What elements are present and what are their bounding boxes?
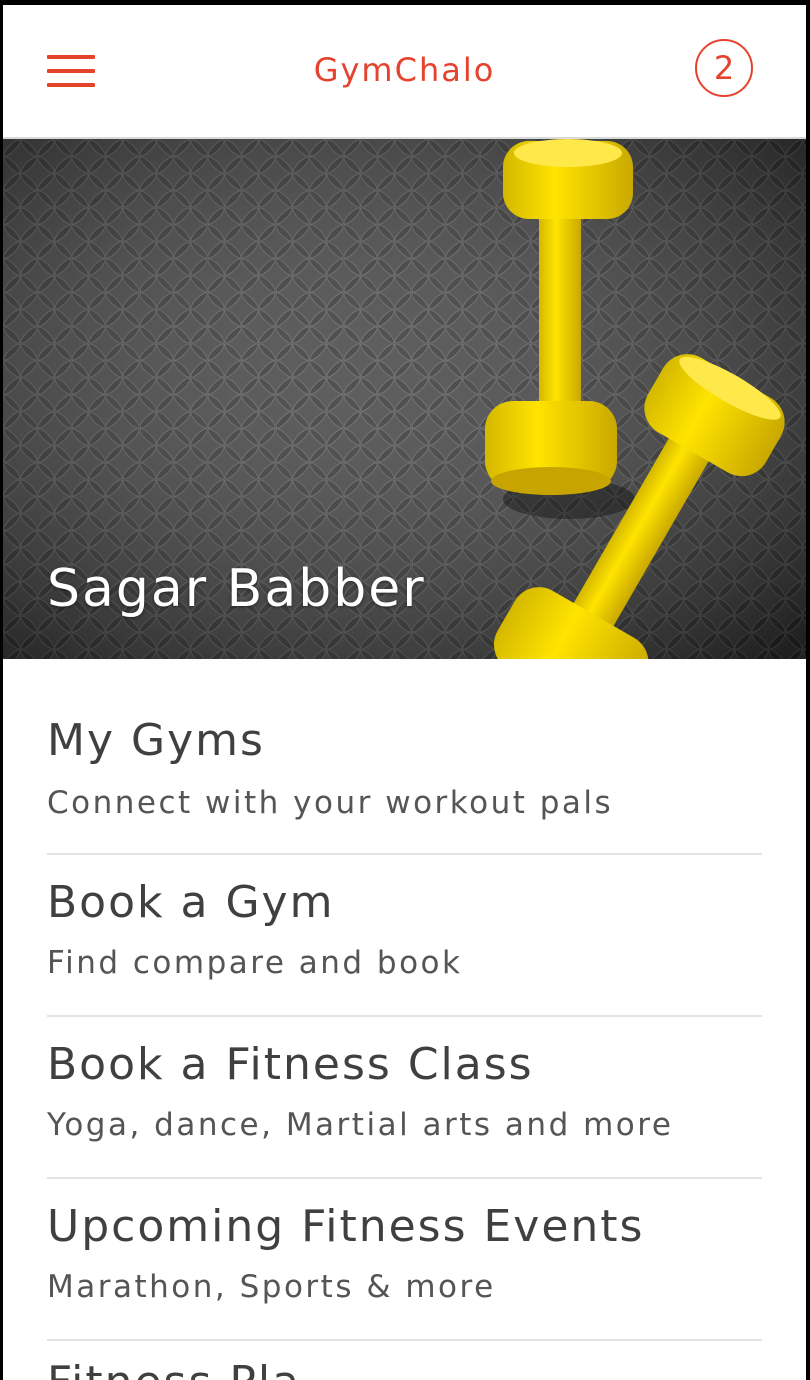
user-name: Sagar Babber xyxy=(47,559,426,619)
menu-item-subtitle: Yoga, dance, Martial arts and more xyxy=(47,1107,674,1143)
menu-item-title: Book a Fitness Class xyxy=(47,1039,534,1090)
app-title: GymChalo xyxy=(313,51,496,89)
menu-item-book-fitness-class[interactable]: Book a Fitness Class Yoga, dance, Martia… xyxy=(47,1017,762,1179)
menu-item-title: Fitness Pla xyxy=(47,1357,301,1380)
menu-item-subtitle: Find compare and book xyxy=(47,945,463,981)
menu-item-title: Upcoming Fitness Events xyxy=(47,1201,645,1252)
notification-badge[interactable]: 2 xyxy=(695,39,753,97)
profile-hero: Sagar Babber xyxy=(3,139,806,659)
main-menu-list: My Gyms Connect with your workout pals B… xyxy=(47,659,762,1380)
app-screen: GymChalo 2 Sagar Babber My Gyms Connect … xyxy=(3,5,806,1380)
app-header: GymChalo 2 xyxy=(3,5,806,139)
menu-item-subtitle: Marathon, Sports & more xyxy=(47,1269,496,1305)
menu-item-my-gyms[interactable]: My Gyms Connect with your workout pals xyxy=(47,659,762,855)
menu-item-subtitle: Connect with your workout pals xyxy=(47,785,614,821)
menu-item-book-gym[interactable]: Book a Gym Find compare and book xyxy=(47,855,762,1017)
menu-item-title: My Gyms xyxy=(47,715,265,766)
menu-item-fitness-plans[interactable]: Fitness Pla xyxy=(47,1341,762,1380)
menu-item-fitness-events[interactable]: Upcoming Fitness Events Marathon, Sports… xyxy=(47,1179,762,1341)
menu-item-title: Book a Gym xyxy=(47,877,335,928)
device-frame: GymChalo 2 Sagar Babber My Gyms Connect … xyxy=(0,0,810,1380)
